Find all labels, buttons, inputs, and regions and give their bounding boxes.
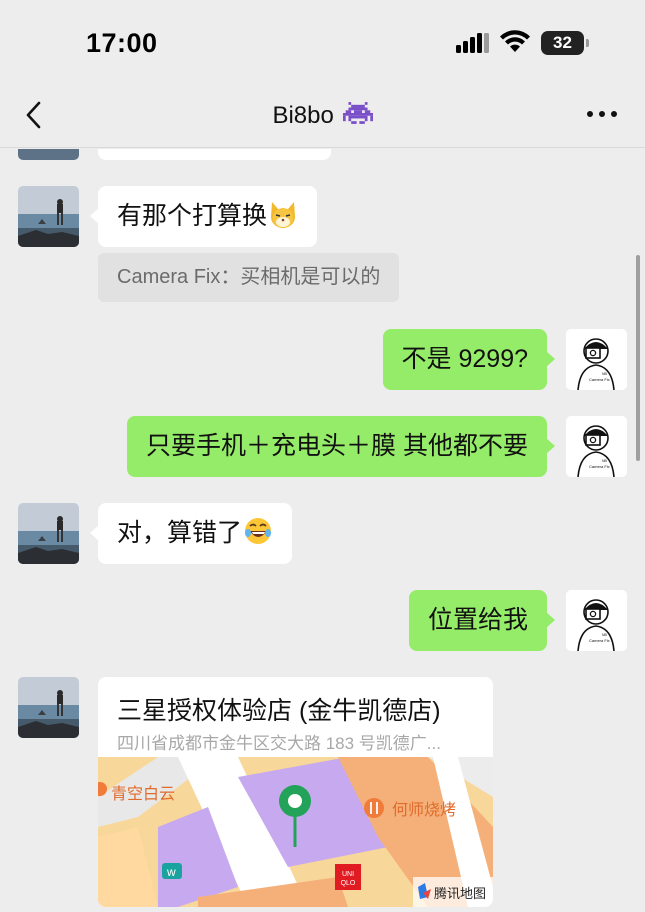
- chat-header: Bi8bo: [0, 88, 645, 148]
- map-label: 何师烧烤: [392, 801, 456, 819]
- avatar-me[interactable]: NB Camera Fix: [566, 416, 627, 477]
- avatar[interactable]: [18, 503, 79, 564]
- quoted-reply[interactable]: Camera Fix：买相机是可以的: [98, 253, 400, 302]
- message-text: 只要手机＋充电头＋膜 其他都不要: [146, 432, 528, 460]
- message-bubble[interactable]: 只要手机＋充电头＋膜 其他都不要: [127, 416, 555, 477]
- message-text: 不是 9299?: [401, 345, 528, 373]
- chat-title: Bi8bo: [0, 100, 645, 130]
- svg-text:UNI: UNI: [342, 871, 354, 878]
- battery-level: 32: [541, 31, 584, 55]
- status-bar: 17:00 32: [0, 0, 645, 88]
- status-time: 17:00: [86, 28, 158, 58]
- avatar[interactable]: [18, 186, 79, 247]
- svg-text:Camera Fix: Camera Fix: [589, 638, 610, 643]
- location-address: 四川省成都市金牛区交大路 183 号凯德广...: [117, 734, 441, 753]
- svg-text:w: w: [166, 865, 176, 879]
- alien-monster-emoji: [342, 102, 373, 124]
- avatar-camera-fix-drawing: NB Camera Fix: [577, 425, 615, 477]
- more-dots-icon[interactable]: [585, 102, 619, 126]
- svg-text:NB: NB: [602, 459, 608, 463]
- battery-icon: 32: [541, 31, 589, 55]
- message-bubble[interactable]: 位置给我: [408, 590, 556, 651]
- avatar[interactable]: [18, 149, 79, 160]
- map-preview[interactable]: 青空白云 何师烧烤 w UNI QLO 腾讯地图: [98, 757, 493, 907]
- message-bubble-partial[interactable]: [98, 149, 331, 160]
- location-card[interactable]: 三星授权体验店 (金牛凯德店) 四川省成都市金牛区交大路 183 号凯德广...…: [98, 677, 493, 907]
- scrollbar[interactable]: [636, 255, 640, 461]
- svg-text:NB: NB: [602, 372, 608, 376]
- message-text: 位置给我: [427, 606, 528, 634]
- avatar-beach-photo: [18, 186, 79, 247]
- cellular-signal-icon: [456, 33, 492, 53]
- message-bubble[interactable]: 对，算错了: [89, 503, 293, 564]
- svg-text:Camera Fix: Camera Fix: [589, 464, 610, 469]
- message-list[interactable]: 有那个打算换 Camera Fix：买相机是可以的 不是 9299? NB Ca…: [0, 149, 645, 912]
- svg-text:NB: NB: [602, 633, 608, 637]
- avatar-me[interactable]: NB Camera Fix: [566, 590, 627, 651]
- message-text: 有那个打算换: [117, 202, 268, 230]
- svg-text:QLO: QLO: [341, 880, 356, 887]
- avatar-camera-fix-drawing: NB Camera Fix: [577, 338, 615, 390]
- cat-face-emoji: [271, 202, 296, 228]
- avatar[interactable]: [18, 677, 79, 738]
- rolling-laughing-emoji: [245, 518, 272, 544]
- map-label: 青空白云: [111, 785, 175, 803]
- message-bubble[interactable]: 不是 9299?: [382, 329, 556, 390]
- avatar-me[interactable]: NB Camera Fix: [566, 329, 627, 390]
- wifi-icon: [500, 30, 530, 52]
- message-text: 对，算错了: [117, 519, 243, 547]
- avatar-caption: Camera Fix: [589, 377, 610, 382]
- chat-title-text: Bi8bo: [272, 102, 334, 129]
- message-bubble[interactable]: 有那个打算换: [89, 186, 318, 247]
- location-name: 三星授权体验店 (金牛凯德店): [117, 697, 441, 725]
- map-provider: 腾讯地图: [434, 886, 486, 901]
